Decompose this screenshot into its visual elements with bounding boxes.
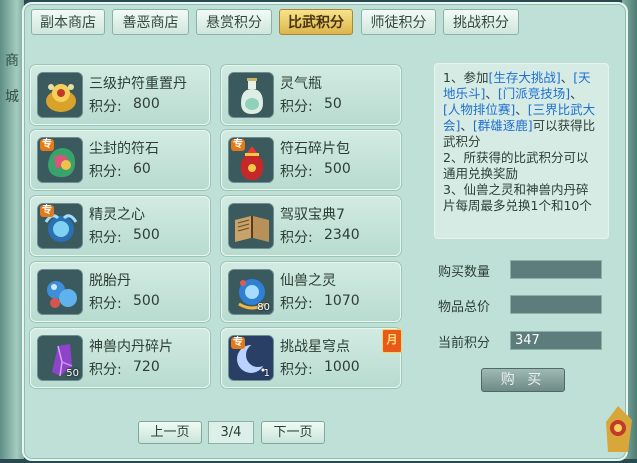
current-points-label: 当前积分 — [438, 336, 491, 351]
price-label: 积分: — [280, 99, 313, 115]
rune-stone-icon: 专 — [37, 137, 83, 183]
shop-item[interactable]: 脱胎丹 积分: 500 — [30, 262, 210, 322]
item-name: 挑战星穹点 — [280, 339, 350, 355]
item-quantity: 80 — [257, 302, 270, 313]
buy-button[interactable]: 购 买 — [481, 368, 565, 392]
quantity-input[interactable] — [510, 260, 602, 279]
left-sidebar: 商 城 — [0, 0, 24, 459]
desc-text: 、 — [570, 86, 583, 101]
price-label: 积分: — [89, 296, 122, 312]
golden-amulet-icon — [37, 72, 83, 118]
item-name: 三级护符重置丹 — [89, 76, 187, 92]
desc-text: 、 — [515, 102, 528, 117]
spirit-heart-icon: 专 — [37, 203, 83, 249]
rules-description: 1、参加[生存大挑战]、[天地乐斗]、[门派竞技场]、[人物排位赛]、[三界比武… — [434, 63, 609, 239]
shop-item[interactable]: 灵气瓶 积分: 50 — [221, 65, 401, 125]
event-link-survival[interactable]: [生存大挑战] — [488, 70, 560, 85]
shop-item[interactable]: 专 1 挑战星穹点 积分: 1000 — [221, 328, 401, 388]
item-name: 灵气瓶 — [280, 76, 322, 92]
shop-item[interactable]: 专 尘封的符石 积分: 60 — [30, 130, 210, 190]
item-price: 720 — [133, 359, 160, 375]
item-price: 500 — [133, 293, 160, 309]
left-sidebar-char: 商 — [5, 53, 19, 69]
tab-karma-shop[interactable]: 善恶商店 — [112, 9, 189, 35]
desc-text: 、 — [485, 86, 498, 101]
purple-crystal-icon: 50 — [37, 335, 83, 381]
item-price: 50 — [324, 96, 342, 112]
exclusive-badge: 专 — [231, 337, 245, 349]
total-price-field — [510, 295, 602, 314]
item-price: 1070 — [324, 293, 360, 309]
blue-orbs-icon — [37, 269, 83, 315]
item-quantity: 1 — [263, 368, 270, 379]
item-price: 500 — [133, 227, 160, 243]
price-label: 积分: — [89, 230, 122, 246]
beast-spirit-orb-icon: 80 — [228, 269, 274, 315]
corner-emblem-icon — [598, 392, 637, 459]
item-price: 800 — [133, 96, 160, 112]
price-label: 积分: — [280, 296, 313, 312]
shop-item[interactable]: 50 神兽内丹碎片 积分: 720 — [30, 328, 210, 388]
item-name: 神兽内丹碎片 — [89, 339, 173, 355]
item-price: 60 — [133, 161, 151, 177]
next-page-button[interactable]: 下一页 — [261, 421, 325, 444]
desc-text: 、 — [560, 70, 574, 85]
price-label: 积分: — [280, 164, 313, 180]
left-sidebar-char: 城 — [5, 89, 19, 105]
item-price: 500 — [324, 161, 351, 177]
tab-mentor-points[interactable]: 师徒积分 — [361, 9, 436, 35]
tab-arena-points[interactable]: 比武积分 — [279, 9, 353, 35]
event-link-sect-arena[interactable]: [门派竞技场] — [498, 86, 570, 101]
price-label: 积分: — [280, 230, 313, 246]
item-price: 2340 — [324, 227, 360, 243]
spirit-bottle-icon — [228, 72, 274, 118]
exclusive-badge: 专 — [40, 139, 54, 151]
exclusive-badge: 专 — [231, 139, 245, 151]
open-book-icon — [228, 203, 274, 249]
item-name: 符石碎片包 — [280, 141, 350, 157]
item-price: 1000 — [324, 359, 360, 375]
shop-item[interactable]: 专 精灵之心 积分: 500 — [30, 196, 210, 256]
shop-item[interactable]: 80 仙兽之灵 积分: 1070 — [221, 262, 401, 322]
tab-bounty-points[interactable]: 悬赏积分 — [196, 9, 272, 35]
event-link-ranking[interactable]: [人物排位赛] — [443, 102, 515, 117]
shop-item[interactable]: 驾驭宝典7 积分: 2340 — [221, 196, 401, 256]
tab-dungeon-shop[interactable]: 副本商店 — [31, 9, 105, 35]
total-price-label: 物品总价 — [438, 300, 491, 315]
tab-challenge-points[interactable]: 挑战积分 — [443, 9, 519, 35]
price-label: 积分: — [89, 99, 122, 115]
item-name: 脱胎丹 — [89, 273, 131, 289]
item-quantity: 50 — [66, 368, 79, 379]
desc-text: 1、参加 — [443, 70, 489, 85]
shop-item[interactable]: 三级护符重置丹 积分: 800 — [30, 65, 210, 125]
exclusive-badge: 专 — [40, 205, 54, 217]
item-name: 仙兽之灵 — [280, 273, 336, 289]
price-label: 积分: — [89, 164, 122, 180]
quantity-label: 购买数量 — [438, 265, 491, 280]
item-name: 精灵之心 — [89, 207, 145, 223]
item-name: 驾驭宝典7 — [280, 207, 345, 223]
current-points-field: 347 — [510, 331, 602, 350]
monthly-limit-tag: 月 — [382, 329, 402, 353]
desc-line-3: 3、仙兽之灵和神兽内丹碎片每周最多兑换1个和10个 — [443, 182, 592, 213]
price-label: 积分: — [280, 362, 313, 378]
crescent-moon-icon: 专 1 — [228, 335, 274, 381]
prev-page-button[interactable]: 上一页 — [138, 421, 202, 444]
red-pouch-icon: 专 — [228, 137, 274, 183]
shop-item[interactable]: 专 符石碎片包 积分: 500 — [221, 130, 401, 190]
desc-line-2: 2、所获得的比武积分可以通用兑换奖励 — [443, 150, 589, 181]
event-link-heroes[interactable]: [群雄逐鹿] — [473, 118, 533, 133]
item-name: 尘封的符石 — [89, 141, 159, 157]
page-indicator: 3/4 — [208, 421, 254, 444]
desc-text: 、 — [460, 118, 473, 133]
price-label: 积分: — [89, 362, 122, 378]
